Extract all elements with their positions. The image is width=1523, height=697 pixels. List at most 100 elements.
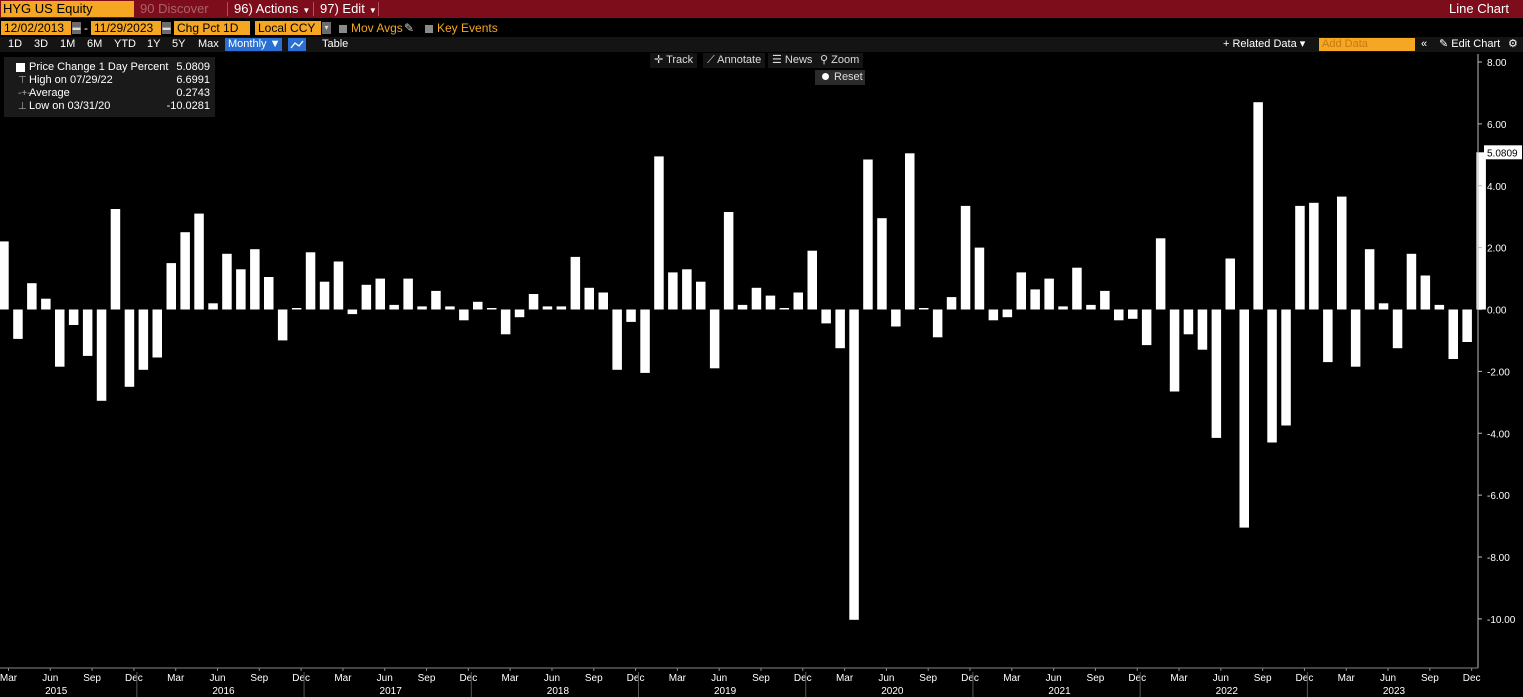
chart-bar: [319, 281, 330, 310]
period-dropdown[interactable]: Monthly ▼: [225, 38, 282, 51]
zoom-button[interactable]: ⚲ Zoom: [816, 53, 864, 68]
chart-bar: [919, 308, 929, 310]
edit-menu[interactable]: 97) Edit ▼: [320, 0, 377, 18]
reset-dot-icon: [822, 73, 829, 80]
pen-icon: ⟋: [707, 54, 718, 66]
chart-bar: [1323, 309, 1333, 363]
range-1d[interactable]: 1D: [8, 37, 22, 52]
chevron-down-icon: ▼: [266, 38, 281, 50]
table-toggle[interactable]: Table: [322, 37, 348, 52]
reset-button[interactable]: Reset: [815, 70, 865, 85]
news-button[interactable]: ☰ News: [768, 53, 817, 68]
chart-bar: [500, 309, 511, 335]
actions-menu[interactable]: 96) Actions ▼: [234, 0, 310, 18]
chart-bar: [1155, 238, 1166, 310]
chart-bar: [1128, 309, 1138, 319]
legend-low-label: Low on 03/31/20: [29, 100, 111, 112]
edit-label: 97) Edit: [320, 1, 365, 16]
menu-separator: [313, 2, 314, 16]
x-month-label: Jun: [1213, 673, 1229, 684]
magnifier-icon: ⚲: [820, 54, 832, 66]
range-3d[interactable]: 3D: [34, 37, 48, 52]
legend-box: Price Change 1 Day Percent 5.0809 ⊤ High…: [4, 57, 215, 117]
legend-high-label: High on 07/29/22: [29, 74, 113, 86]
range-max[interactable]: Max: [198, 37, 219, 52]
line-chart-icon[interactable]: [288, 38, 306, 51]
mov-avgs-label[interactable]: Mov Avgs: [351, 21, 403, 36]
x-month-label: Sep: [250, 673, 268, 684]
x-month-label: Mar: [836, 673, 854, 684]
chart-bar: [988, 309, 999, 321]
annotate-label: Annotate: [717, 54, 762, 66]
y-tick-label: 4.00: [1487, 182, 1507, 193]
chart-bar: [835, 309, 845, 349]
legend-average-label: Average: [29, 87, 70, 99]
end-date-field[interactable]: 11/29/2023: [91, 21, 161, 35]
currency-selector[interactable]: Local CCY: [255, 21, 321, 35]
chart-bar: [1281, 309, 1291, 426]
x-month-label: Mar: [1338, 673, 1356, 684]
range-6m[interactable]: 6M: [87, 37, 102, 52]
calendar-icon[interactable]: ▬: [72, 22, 81, 34]
period-label: Monthly: [228, 38, 267, 50]
chart-bar: [389, 304, 399, 310]
price-change-bar-chart[interactable]: 8.00 6.00 4.00 2.00 0.00 -2.00 -4.00 -6.00 -8.00…: [0, 0, 1523, 697]
chart-bar: [542, 306, 553, 310]
ticker-field[interactable]: HYG US Equity: [1, 1, 134, 17]
discover-menu[interactable]: 90 Discover: [140, 0, 209, 18]
legend-high-row: ⊤ High on 07/29/22 6.6991: [4, 74, 215, 87]
add-data-input[interactable]: Add Data: [1319, 38, 1415, 51]
start-date-field[interactable]: 12/02/2013: [1, 21, 71, 35]
calendar-icon[interactable]: ▬: [162, 22, 171, 34]
chart-bar: [1183, 309, 1194, 335]
chart-bar: [863, 159, 873, 310]
range-1m[interactable]: 1M: [60, 37, 75, 52]
edit-chart-button[interactable]: ✎ Edit Chart: [1439, 37, 1500, 52]
chart-bar: [1462, 309, 1472, 342]
x-month-label: Jun: [1380, 673, 1396, 684]
annotate-button[interactable]: ⟋ Annotate: [703, 53, 766, 68]
key-events-label[interactable]: Key Events: [437, 21, 498, 36]
chart-bar: [1378, 303, 1389, 310]
chart-bar: [612, 309, 622, 370]
chart-bar: [264, 277, 274, 310]
chart-bar: [584, 287, 594, 310]
x-month-label: Sep: [1421, 673, 1439, 684]
related-data-button[interactable]: + Related Data ▾: [1223, 37, 1305, 52]
x-month-label: Sep: [1087, 673, 1105, 684]
chart-bar: [1225, 258, 1235, 310]
x-month-label: Mar: [502, 673, 520, 684]
x-month-label: Dec: [125, 673, 143, 684]
track-button[interactable]: ✛ Track: [650, 53, 698, 68]
key-events-checkbox[interactable]: [425, 25, 433, 33]
range-5y[interactable]: 5Y: [172, 37, 185, 52]
range-ytd[interactable]: YTD: [114, 37, 136, 52]
reset-label: Reset: [834, 71, 863, 83]
chart-bar: [1434, 304, 1445, 310]
crosshair-icon: ✛: [654, 54, 667, 66]
gear-icon[interactable]: ⚙: [1508, 37, 1518, 52]
chart-bar: [682, 269, 692, 310]
chart-bar: [1197, 309, 1208, 350]
chart-bar: [696, 281, 706, 310]
chart-bar: [974, 247, 985, 310]
legend-series-row[interactable]: Price Change 1 Day Percent 5.0809: [4, 61, 215, 74]
chart-bar: [654, 156, 664, 310]
x-month-label: Mar: [1003, 673, 1021, 684]
field-selector[interactable]: Chg Pct 1D: [174, 21, 250, 35]
chevron-down-icon: ▼: [302, 6, 311, 15]
chart-bar: [1211, 309, 1222, 438]
chevron-down-icon[interactable]: ▾: [322, 22, 331, 34]
chart-bar: [110, 209, 121, 310]
range-1y[interactable]: 1Y: [147, 37, 160, 52]
y-tick-label: -6.00: [1487, 491, 1510, 502]
pencil-icon[interactable]: ✎: [404, 21, 414, 36]
track-label: Track: [666, 54, 694, 66]
mov-avgs-checkbox[interactable]: [339, 25, 347, 33]
x-month-label: Jun: [377, 673, 393, 684]
legend-low-row: ⊥ Low on 03/31/20 -10.0281: [4, 100, 215, 113]
chart-bar: [905, 153, 915, 310]
chart-bar: [1253, 102, 1263, 310]
collapse-icon[interactable]: «: [1421, 37, 1427, 52]
x-month-label: Dec: [459, 673, 477, 684]
